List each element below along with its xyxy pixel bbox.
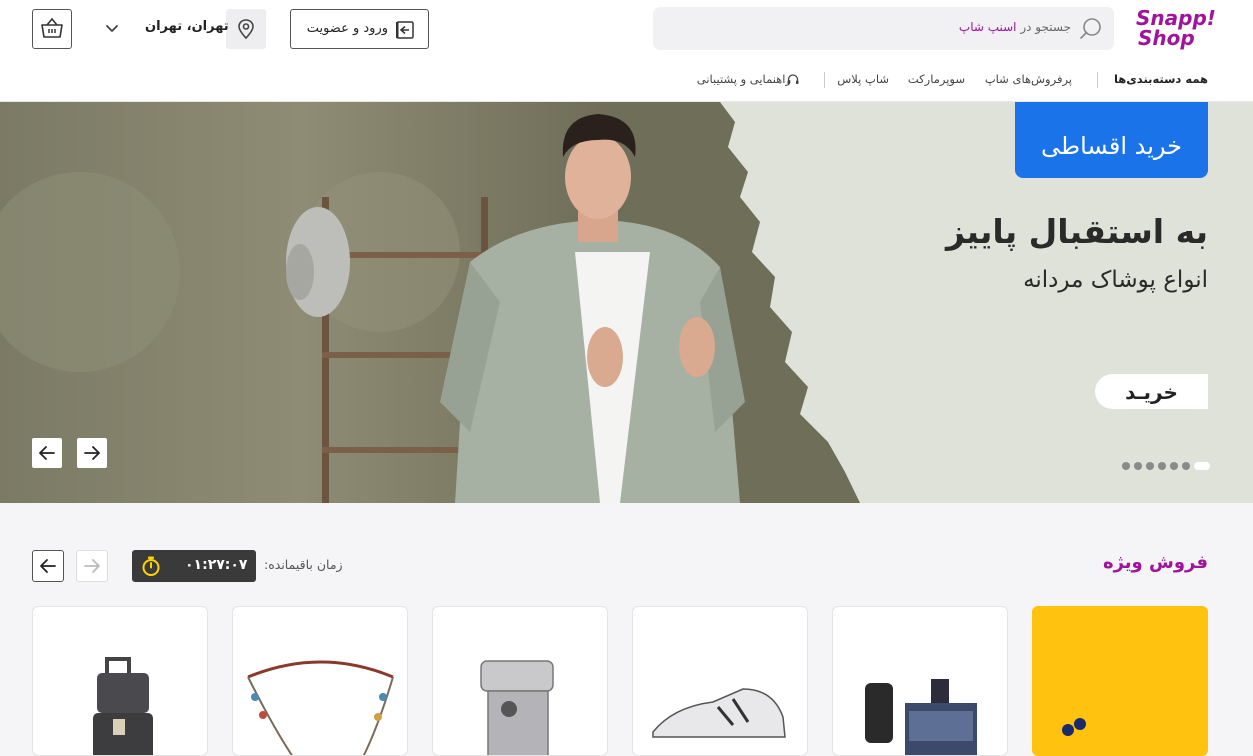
nav-bestsellers[interactable]: پرفروش‌های شاپ <box>985 72 1072 86</box>
installment-label: خرید اقساطی <box>1041 132 1182 160</box>
hero-buy-label: خریـد <box>1125 380 1178 404</box>
slider-dot[interactable] <box>1134 462 1142 470</box>
chevron-down-icon[interactable] <box>100 16 124 40</box>
slider-dots[interactable] <box>1118 462 1210 470</box>
countdown-timer: ۰۱:۲۷:۰۷ <box>132 550 256 582</box>
product-card[interactable] <box>32 606 208 756</box>
nav-shop-plus[interactable]: شاپ پلاس <box>837 72 889 86</box>
search-icon <box>1080 18 1101 39</box>
timer-value: ۰۱:۲۷:۰۷ <box>185 557 248 573</box>
promo-card[interactable] <box>1032 606 1208 756</box>
hero-prev-button[interactable] <box>32 438 62 468</box>
hero-banner[interactable]: خرید اقساطی به استقبال پاییز انواع پوشاک… <box>0 102 1253 503</box>
login-label: ورود و عضویت <box>306 21 388 36</box>
arrow-right-icon <box>84 559 100 573</box>
arrow-left-icon <box>39 446 55 460</box>
header: Snapp! Shop جستجو در اسنپ شاپ ورود و عضو… <box>0 0 1253 102</box>
timer-label: زمان باقیمانده: <box>264 557 343 572</box>
slider-dot[interactable] <box>1182 462 1190 470</box>
product-card[interactable] <box>232 606 408 756</box>
snapp-shop-logo[interactable]: Snapp! Shop <box>1128 6 1216 50</box>
location-text[interactable]: تهران، تهران <box>145 19 229 34</box>
basket-icon <box>41 17 63 38</box>
nav-help-support[interactable]: راهنمایی و پشتیبانی <box>697 72 791 86</box>
search-placeholder: جستجو در اسنپ شاپ <box>959 20 1071 34</box>
logo-line-1: Snapp! <box>1136 6 1216 30</box>
product-card[interactable] <box>632 606 808 756</box>
nav-all-categories[interactable]: همه دسته‌بندی‌ها <box>1114 72 1208 86</box>
special-sale-title: فروش ویژه <box>1102 552 1208 573</box>
search-input[interactable]: جستجو در اسنپ شاپ <box>653 7 1114 50</box>
arrow-right-icon <box>84 446 100 460</box>
slider-dot[interactable] <box>1158 462 1166 470</box>
slider-dot[interactable] <box>1170 462 1178 470</box>
nav-supermarket[interactable]: سوپرمارکت <box>908 72 965 86</box>
promo-banner-icon <box>1062 718 1086 736</box>
installment-badge: خرید اقساطی <box>1015 102 1208 178</box>
cart-button[interactable] <box>32 9 72 49</box>
search-placeholder-brand: اسنپ شاپ <box>958 20 1017 34</box>
espresso-machine-icon <box>480 660 554 755</box>
login-button[interactable]: ورود و عضویت <box>290 9 429 49</box>
hero-title: به استقبال پاییز <box>945 212 1208 251</box>
bracelet-icon <box>247 660 394 755</box>
location-button[interactable] <box>226 9 266 49</box>
hero-next-button[interactable] <box>77 438 107 468</box>
slider-dot[interactable] <box>1194 462 1210 470</box>
stopwatch-icon <box>142 556 160 576</box>
suitcase-icon <box>93 657 153 755</box>
product-card[interactable] <box>432 606 608 756</box>
search-placeholder-prefix: جستجو در <box>1020 20 1071 34</box>
sale-next-button[interactable] <box>76 550 108 582</box>
product-card[interactable] <box>832 606 1008 756</box>
sneaker-icon <box>652 688 786 738</box>
nav-divider <box>824 72 825 88</box>
slider-dot[interactable] <box>1146 462 1154 470</box>
hero-subtitle: انواع پوشاک مردانه <box>1023 267 1208 293</box>
perfume-icon <box>865 679 977 755</box>
login-icon <box>396 21 414 39</box>
logo-line-2: Shop <box>1138 26 1195 50</box>
nav-divider <box>1097 72 1098 88</box>
sale-prev-button[interactable] <box>32 550 64 582</box>
hero-buy-button[interactable]: خریـد <box>1095 374 1208 409</box>
location-pin-icon <box>238 19 254 40</box>
arrow-left-icon <box>40 559 56 573</box>
slider-dot[interactable] <box>1122 462 1130 470</box>
